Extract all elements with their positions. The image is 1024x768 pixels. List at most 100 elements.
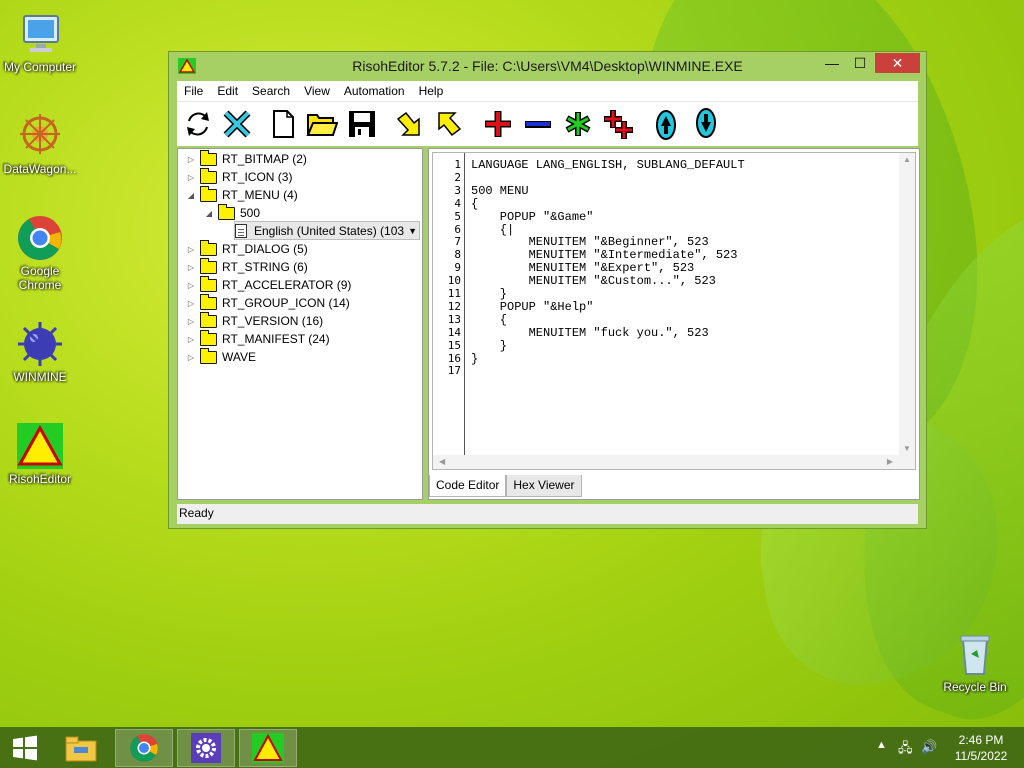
desktop-icon-winmine[interactable]: WINMINE [0, 320, 80, 384]
tree-item-english-us[interactable]: English (United States) (103 ▼ [234, 221, 420, 240]
code-line: } [471, 287, 508, 301]
settings-gear-icon [191, 733, 221, 763]
dropdown-arrow-icon[interactable]: ▼ [408, 226, 417, 236]
code-editor[interactable]: 1 2 3 4 5 6 7 8 9 10 11 12 13 14 15 16 1… [432, 152, 916, 470]
title-bar[interactable]: RisohEditor 5.7.2 - File: C:\Users\VM4\D… [169, 52, 926, 80]
collapse-arrow-icon[interactable]: ◢ [186, 191, 196, 200]
expand-arrow-icon[interactable]: ▷ [186, 245, 196, 254]
line-number-gutter: 1 2 3 4 5 6 7 8 9 10 11 12 13 14 15 16 1… [433, 153, 465, 469]
tree-item-rt-manifest[interactable]: ▷ RT_MANIFEST (24) [186, 329, 330, 348]
add-multiple-icon[interactable] [601, 108, 635, 140]
star-icon[interactable] [561, 108, 595, 140]
new-file-icon[interactable] [266, 108, 300, 140]
tree-item-rt-accelerator[interactable]: ▷ RT_ACCELERATOR (9) [186, 275, 351, 294]
network-icon[interactable]: 🖧 [898, 739, 913, 761]
tree-item-label: RT_MANIFEST (24) [222, 332, 330, 346]
taskbar-chrome[interactable] [115, 729, 173, 767]
folder-icon [200, 167, 217, 184]
expand-arrow-icon[interactable]: ▷ [186, 155, 196, 164]
scroll-down-icon[interactable]: ▼ [903, 444, 911, 453]
save-icon[interactable] [345, 108, 379, 140]
maximize-button[interactable]: ☐ [846, 53, 874, 73]
recycle-bin-icon [951, 630, 999, 678]
tab-hex-viewer[interactable]: Hex Viewer [506, 475, 582, 497]
toolbar [177, 101, 918, 146]
risoh-editor-icon [252, 733, 284, 763]
menu-automation[interactable]: Automation [337, 84, 412, 98]
tree-item-500[interactable]: ◢ 500 [204, 203, 260, 222]
import-arrow-icon[interactable] [392, 108, 426, 140]
close-button[interactable]: ✕ [875, 53, 920, 73]
menu-edit[interactable]: Edit [210, 84, 245, 98]
folder-icon [200, 347, 217, 364]
add-icon[interactable] [481, 108, 515, 140]
taskbar-risoh-editor[interactable] [239, 729, 297, 767]
code-line: { [471, 196, 479, 211]
tree-item-rt-menu[interactable]: ◢ RT_MENU (4) [186, 185, 298, 204]
move-down-icon[interactable] [689, 108, 723, 140]
clock-time: 2:46 PM [958, 733, 1004, 747]
desktop-icon-recycle-bin[interactable]: Recycle Bin [935, 630, 1015, 694]
menu-search[interactable]: Search [245, 84, 297, 98]
tree-item-label: RT_STRING (6) [222, 260, 308, 274]
vertical-scrollbar[interactable]: ▲ ▼ [899, 153, 915, 469]
clock-date: 11/5/2022 [954, 749, 1008, 763]
desktop-icon-chrome[interactable]: Google Chrome [0, 214, 80, 292]
close-x-icon[interactable] [220, 108, 254, 140]
line-number: 5 [454, 209, 461, 223]
collapse-arrow-icon[interactable]: ◢ [204, 209, 214, 218]
export-arrow-icon[interactable] [432, 108, 466, 140]
tray-show-hidden-icon[interactable]: ▲ [876, 739, 887, 751]
status-text: Ready [179, 506, 214, 520]
line-number: 15 [447, 338, 461, 352]
tree-item-wave[interactable]: ▷ WAVE [186, 347, 256, 366]
document-icon [235, 223, 247, 238]
taskbar: ▲ 🖧 🔊 2:46 PM 11/5/2022 [0, 727, 1024, 768]
desktop-icon-my-computer[interactable]: My Computer [0, 10, 80, 74]
tree-item-rt-group-icon[interactable]: ▷ RT_GROUP_ICON (14) [186, 293, 350, 312]
menu-help[interactable]: Help [412, 84, 451, 98]
expand-arrow-icon[interactable]: ▷ [186, 263, 196, 272]
refresh-icon[interactable] [181, 108, 215, 140]
tree-item-rt-version[interactable]: ▷ RT_VERSION (16) [186, 311, 323, 330]
expand-arrow-icon[interactable]: ▷ [186, 281, 196, 290]
resource-tree[interactable]: ▷ RT_BITMAP (2) ▷ RT_ICON (3) ◢ RT_MENU … [177, 148, 423, 500]
start-icon [13, 735, 37, 761]
desktop-icon-risoheditor[interactable]: RisohEditor [0, 422, 80, 486]
code-line: MENUITEM "&Custom...", 523 [471, 274, 716, 289]
expand-arrow-icon[interactable]: ▷ [186, 173, 196, 182]
line-number: 3 [454, 183, 461, 197]
open-folder-icon[interactable] [305, 108, 339, 140]
menu-view[interactable]: View [297, 84, 337, 98]
menu-file[interactable]: File [177, 84, 210, 98]
expand-arrow-icon[interactable]: ▷ [186, 353, 196, 362]
tree-item-label: RT_ICON (3) [222, 170, 293, 184]
folder-icon [200, 257, 217, 274]
scroll-up-icon[interactable]: ▲ [903, 155, 911, 164]
system-clock[interactable]: 2:46 PM 11/5/2022 [946, 732, 1016, 764]
tree-item-rt-string[interactable]: ▷ RT_STRING (6) [186, 257, 308, 276]
scroll-right-icon[interactable]: ▶ [887, 457, 893, 466]
risoh-editor-window: RisohEditor 5.7.2 - File: C:\Users\VM4\D… [168, 51, 927, 529]
code-line: MENUITEM "fuck you.", 523 [471, 325, 709, 340]
folder-icon [200, 311, 217, 328]
folder-icon [200, 149, 217, 166]
start-button[interactable] [0, 729, 50, 767]
expand-arrow-icon[interactable]: ▷ [186, 335, 196, 344]
horizontal-scrollbar[interactable]: ◀ ▶ [433, 455, 899, 469]
tree-item-rt-icon[interactable]: ▷ RT_ICON (3) [186, 167, 293, 186]
move-up-icon[interactable] [649, 108, 683, 140]
minimize-button[interactable]: — [818, 53, 846, 73]
scroll-left-icon[interactable]: ◀ [439, 457, 445, 466]
expand-arrow-icon[interactable]: ▷ [186, 299, 196, 308]
taskbar-settings[interactable] [177, 729, 235, 767]
tree-item-rt-bitmap[interactable]: ▷ RT_BITMAP (2) [186, 149, 307, 168]
taskbar-file-explorer[interactable] [52, 729, 110, 767]
folder-icon [200, 275, 217, 292]
remove-icon[interactable] [521, 108, 555, 140]
tree-item-rt-dialog[interactable]: ▷ RT_DIALOG (5) [186, 239, 308, 258]
tab-code-editor[interactable]: Code Editor [429, 475, 507, 497]
expand-arrow-icon[interactable]: ▷ [186, 317, 196, 326]
desktop-icon-datawagon[interactable]: DataWagon... [0, 112, 80, 176]
volume-icon[interactable]: 🔊 [921, 739, 937, 755]
